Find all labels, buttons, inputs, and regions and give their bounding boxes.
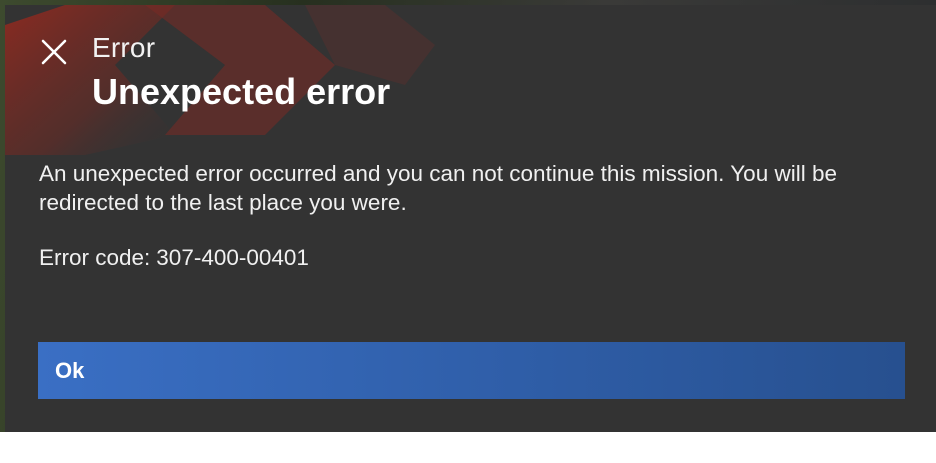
dialog-title: Unexpected error [92, 71, 391, 112]
dialog-eyebrow: Error [92, 32, 156, 63]
error-code-label: Error code: [39, 245, 151, 270]
error-dialog: Error Unexpected error An unexpected err… [5, 5, 936, 432]
error-message: An unexpected error occurred and you can… [39, 161, 837, 215]
error-code: Error code: 307-400-00401 [39, 243, 309, 272]
error-code-value: 307-400-00401 [156, 245, 309, 270]
ok-button[interactable]: Ok [38, 342, 905, 399]
close-icon[interactable] [39, 37, 69, 67]
